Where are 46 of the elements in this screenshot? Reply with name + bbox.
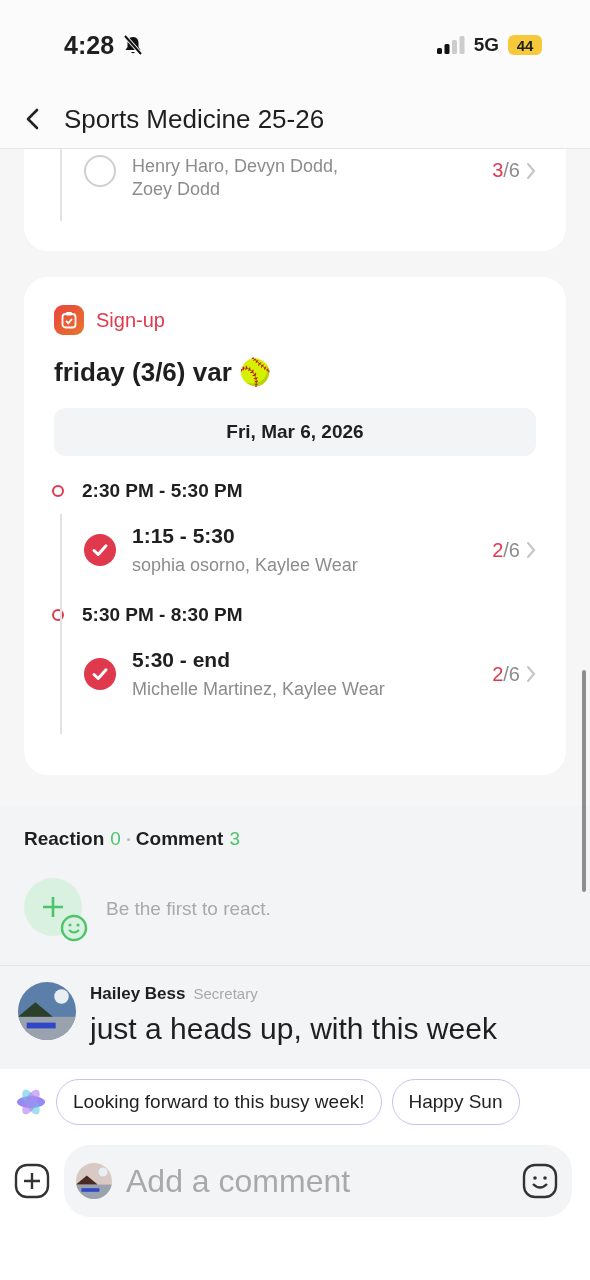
add-attachment-button[interactable] <box>14 1163 50 1199</box>
filled-count: 3 <box>492 159 504 181</box>
comment-count: 3 <box>229 828 241 850</box>
signup-slot[interactable]: 5:30 - end Michelle Martinez, Kaylee Wear 2/6 <box>54 644 536 704</box>
slot-title: 1:15 - 5:30 <box>132 523 236 548</box>
author-role: Secretary <box>193 985 258 1002</box>
comment-label: Comment <box>135 828 224 850</box>
timeline-dot <box>52 485 64 497</box>
comment-text: just a heads up, with this week <box>90 1012 497 1046</box>
slot-names: Michelle Martinez, Kaylee Wear <box>132 677 386 701</box>
reaction-count: 0 <box>110 828 121 850</box>
check-icon[interactable] <box>84 658 116 690</box>
comment-author: Hailey Bess <box>90 984 186 1004</box>
post-type-label: Sign-up <box>96 308 165 332</box>
suggestion-chip[interactable]: Happy Sun <box>391 1079 520 1125</box>
signal-icon <box>436 36 465 54</box>
chevron-right-icon <box>526 665 536 683</box>
shift-time: 2:30 PM - 5:30 PM <box>82 480 243 502</box>
status-time: 4:28 <box>64 30 115 60</box>
signup-slot[interactable]: 1:15 - 5:30 sophia osorno, Kaylee Wear 2/6 <box>54 520 536 580</box>
total-count: /6 <box>503 538 520 561</box>
chevron-right-icon <box>526 541 536 559</box>
post-title: friday (3/6) var 🥎 <box>54 357 272 388</box>
battery-indicator: 44 <box>508 35 542 55</box>
date-header: Fri, Mar 6, 2026 <box>54 408 536 456</box>
suggestion-chip[interactable]: Looking forward to this busy week! <box>56 1079 382 1125</box>
shift-time: 5:30 PM - 8:30 PM <box>82 604 243 626</box>
emoji-icon[interactable] <box>522 1163 558 1199</box>
total-count: /6 <box>503 662 520 685</box>
total-count: /6 <box>503 159 520 181</box>
clipboard-check-icon <box>54 305 84 335</box>
page-title: Sports Medicine 25-26 <box>64 103 325 135</box>
network-label: 5G <box>473 34 499 56</box>
comment-input[interactable]: Add a comment <box>124 1161 510 1201</box>
check-icon[interactable] <box>84 534 116 566</box>
bell-muted-icon <box>122 34 145 56</box>
slot-title: 5:30 - end <box>132 647 232 672</box>
filled-count: 2 <box>492 538 504 561</box>
reaction-prompt: Be the first to react. <box>106 898 271 920</box>
filled-count: 2 <box>492 662 504 685</box>
comment-field[interactable]: Add a comment <box>64 1145 572 1217</box>
reaction-label: Reaction <box>24 828 105 850</box>
chevron-right-icon <box>526 161 536 180</box>
slot-names: sophia osorno, Kaylee Wear <box>132 553 359 577</box>
slot-names: Henry Haro, Devyn Dodd, Zoey Dodd <box>132 155 340 201</box>
sparkle-icon <box>16 1087 46 1117</box>
